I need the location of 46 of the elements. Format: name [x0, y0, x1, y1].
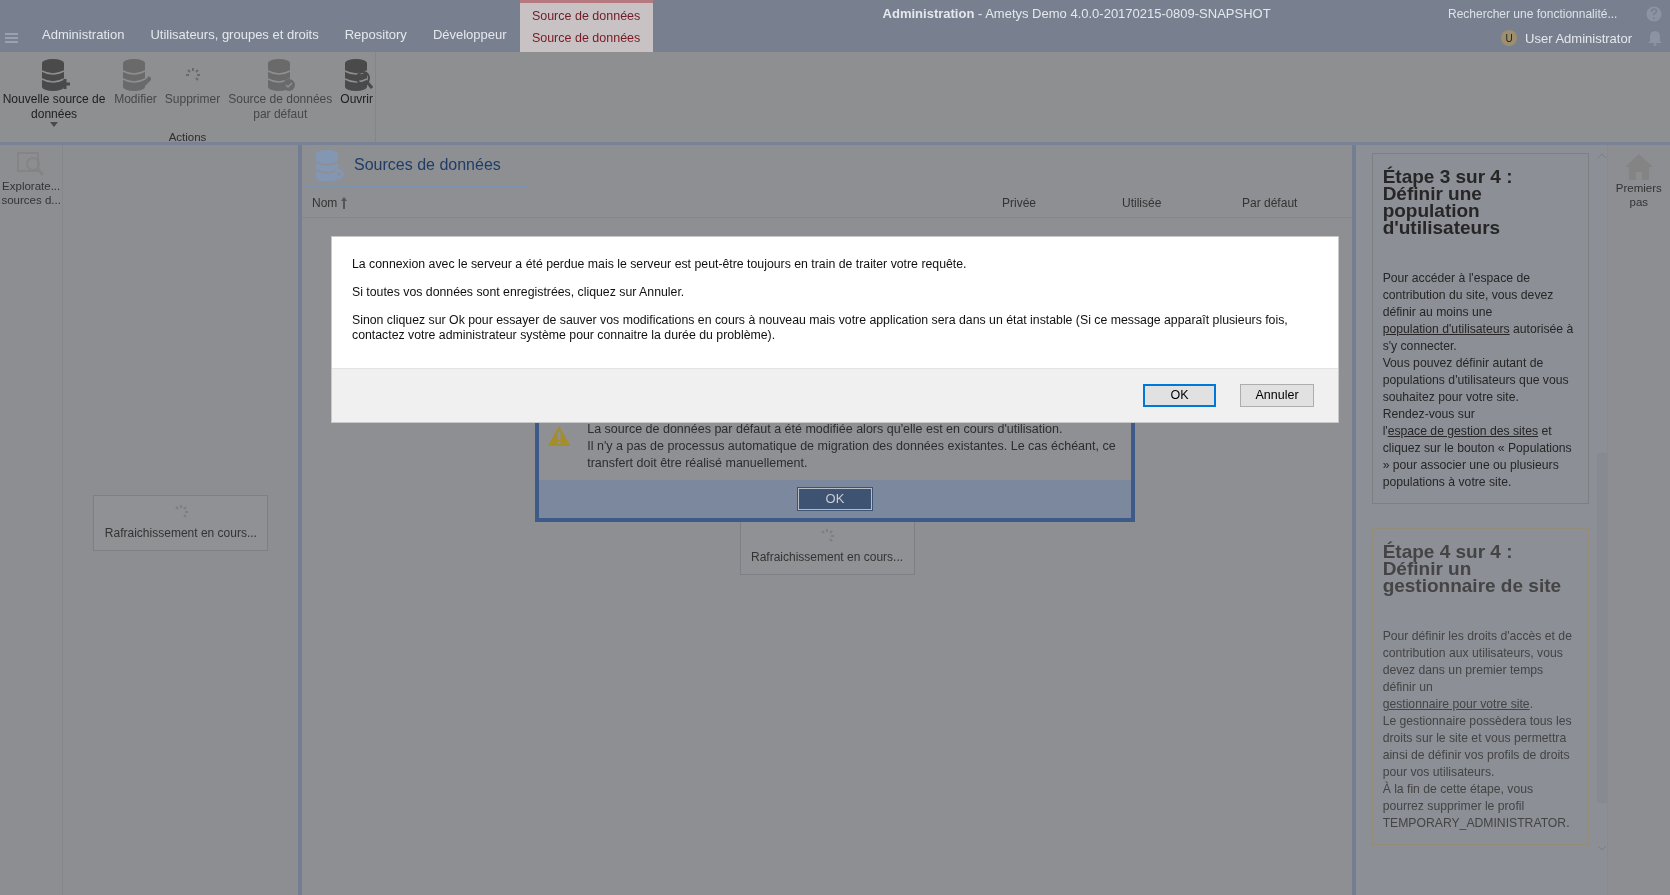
warning-text: La source de données par défaut a été modifiée alors qu'elle est en cours d'utilisation. — [587, 421, 1064, 438]
step-text: Pour accéder à l'espace de contribution du site, vous devez définir au moins une population d'utilisateurs autorisée à s'y connecter. — [1382, 270, 1575, 355]
user-name[interactable]: User Administrator — [1525, 28, 1632, 48]
step-text: À la fin de cette étape, vous pourrez supprimer le profil TEMPORARY_ADMINISTRATOR. — [1382, 781, 1571, 832]
dialog-message: Si toutes vos données sont enregistrées, cliquez sur Annuler. — [352, 285, 686, 300]
dialog-button[interactable]: Annuler — [1240, 384, 1314, 407]
column-header[interactable]: Utilisée — [1112, 193, 1232, 212]
dialog-message: La connexion avec le serveur a été perdue mais le serveur est peut-être toujours en train de traiter votre requête. — [352, 257, 968, 272]
explorer-label[interactable]: Explorate... sources d... — [1, 179, 61, 207]
menu-tab[interactable]: Utilisateurs, groupes et droits — [137, 24, 332, 48]
ribbon-button[interactable]: Ouvrir — [338, 56, 375, 109]
tab-group-label: Source de données — [531, 8, 641, 25]
group-label: Actions — [168, 130, 207, 145]
step-text: Rendez-vous sur l'espace de gestion des sites et cliquez sur le bouton « Populations » pour associer une ou plusieurs populations à votre site. — [1382, 406, 1573, 491]
dialog-button[interactable]: OK — [1143, 384, 1216, 407]
window-title: Administration - Ametys Demo 4.0.0-20170215-0809-SNAPSHOT — [882, 5, 1271, 24]
step-text: Le gestionnaire possèdera tous les droits sur le site et vous permettra ainsi de définir vos profils de droits pour vos utilisateurs. — [1382, 713, 1573, 781]
dialog-message: Sinon cliquez sur Ok pour essayer de sauver vos modifications en cours à nouveau mais votre application sera dans un état instable (Si ce message apparaît plusieurs fois, contactez votre administrateur système pour connaitre la durée du problème). — [352, 313, 1289, 343]
menu-tab[interactable]: Développeur — [419, 24, 520, 48]
step-text: Vous pouvez définir autant de populations d'utilisateurs que vous souhaitez pour votre site. — [1382, 355, 1570, 406]
getting-started-label[interactable]: Premiers pas — [1613, 181, 1664, 209]
step-title: Étape 3 sur 4 : Définir une population d'utilisateurs — [1382, 168, 1514, 236]
column-header[interactable]: Nom — [302, 193, 992, 212]
step-title: Étape 4 sur 4 : Définir un gestionnaire de site — [1382, 543, 1563, 594]
help-link[interactable]: gestionnaire pour votre site — [1382, 697, 1530, 711]
loading-text: Rafraichissement en cours... — [104, 525, 257, 542]
ok-button[interactable]: OK — [798, 488, 872, 510]
caret-icon — [50, 122, 59, 127]
ribbon-button[interactable]: Nouvelle source de données — [0, 56, 109, 129]
warning-text: Il n'y a pas de processus automatique de migration des données existantes. Le cas échéant, ce transfert doit être réalisé manuellement. — [587, 438, 1117, 472]
menu-tab[interactable]: Repository — [331, 24, 420, 48]
help-link[interactable]: population d'utilisateurs — [1382, 322, 1510, 336]
column-header[interactable]: Par défaut — [1232, 193, 1352, 212]
step-text: Pour définir les droits d'accès et de contribution aux utilisateurs, vous devez dans un premier temps définir un gestionnaire pour votre site. — [1382, 628, 1573, 713]
loading-text: Rafraichissement en cours... — [751, 549, 904, 566]
spinner-icon — [184, 67, 201, 83]
scroll-down-icon — [1597, 846, 1606, 851]
scroll-up-icon — [1597, 153, 1606, 158]
column-header[interactable]: Privée — [992, 193, 1112, 212]
contextual-tab[interactable]: Source de données — [531, 29, 641, 48]
search-field[interactable]: Rechercher une fonctionnalité... — [1446, 4, 1646, 24]
menu-tab[interactable]: Administration — [29, 24, 138, 48]
menu-icon — [5, 32, 19, 44]
sort-arrow-icon — [341, 196, 348, 209]
panel-tab[interactable]: Sources de données — [306, 145, 528, 188]
user-avatar: U — [1501, 30, 1518, 47]
